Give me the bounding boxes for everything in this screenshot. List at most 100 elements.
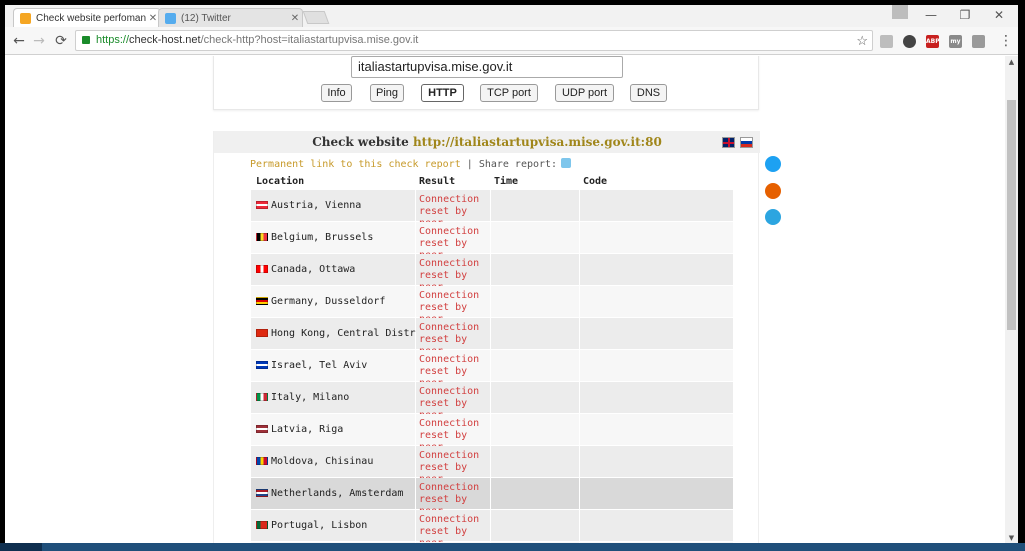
table-row: Moldova, Chisinau Connectionreset by pee… bbox=[251, 446, 733, 485]
code-cell bbox=[580, 446, 733, 477]
firefox-icon[interactable] bbox=[765, 183, 781, 199]
tcp-port-button[interactable]: TCP port bbox=[480, 84, 538, 102]
table-row: Germany, Dusseldorf Connectionreset by p… bbox=[251, 286, 733, 325]
user-profile-icon[interactable] bbox=[892, 5, 908, 19]
result-line-1: Connection bbox=[419, 450, 480, 461]
result-line-1: Connection bbox=[419, 514, 480, 525]
scroll-thumb[interactable] bbox=[1007, 100, 1016, 330]
new-tab-button[interactable] bbox=[302, 11, 330, 24]
location-text: Canada, Ottawa bbox=[271, 264, 356, 275]
header-time: Time bbox=[494, 176, 519, 187]
url-host: check-host.net bbox=[129, 34, 201, 46]
time-cell bbox=[491, 254, 579, 285]
country-flag-icon bbox=[256, 361, 268, 369]
result-cell: Connectionreset by peer bbox=[416, 382, 490, 421]
code-cell bbox=[580, 222, 733, 253]
result-line-1: Connection bbox=[419, 290, 480, 301]
time-cell bbox=[491, 286, 579, 317]
dns-button[interactable]: DNS bbox=[630, 84, 667, 102]
country-flag-icon bbox=[256, 265, 268, 273]
address-bar[interactable]: https://check-host.net/check-http?host=i… bbox=[75, 30, 873, 51]
location-cell: Latvia, Riga bbox=[251, 414, 415, 445]
table-row: Italy, Milano Connectionreset by peer bbox=[251, 382, 733, 421]
forward-button[interactable]: → bbox=[29, 31, 49, 51]
english-flag-icon[interactable] bbox=[722, 137, 735, 148]
country-flag-icon bbox=[256, 201, 268, 209]
scroll-down-icon[interactable]: ▼ bbox=[1005, 534, 1018, 542]
info-button[interactable]: Info bbox=[321, 84, 352, 102]
heading-url[interactable]: http://italiastartupvisa.mise.gov.it:80 bbox=[413, 135, 662, 149]
location-text: Italy, Milano bbox=[271, 392, 350, 403]
location-text: Hong Kong, Central District bbox=[271, 328, 434, 339]
time-cell bbox=[491, 350, 579, 381]
result-cell: Connectionreset by peer bbox=[416, 254, 490, 293]
http-button[interactable]: HTTP bbox=[421, 84, 464, 102]
location-cell: Canada, Ottawa bbox=[251, 254, 415, 285]
close-tab-icon[interactable]: ✕ bbox=[288, 13, 302, 24]
adblock-icon[interactable]: ABP bbox=[926, 35, 940, 48]
time-cell bbox=[491, 318, 579, 349]
start-button[interactable] bbox=[0, 543, 42, 551]
country-flag-icon bbox=[256, 489, 268, 497]
time-cell bbox=[491, 190, 579, 221]
code-cell bbox=[580, 318, 733, 349]
location-text: Belgium, Brussels bbox=[271, 232, 374, 243]
tab-check-host[interactable]: Check website perfomance ✕ bbox=[13, 8, 161, 27]
minimize-button[interactable]: — bbox=[914, 5, 948, 27]
restore-button[interactable]: ❐ bbox=[948, 5, 982, 27]
ext-my-icon[interactable]: my bbox=[949, 35, 962, 48]
ext-cloud-icon[interactable] bbox=[880, 35, 893, 48]
location-text: Israel, Tel Aviv bbox=[271, 360, 368, 371]
browser-window: Check website perfomance ✕ (12) Twitter … bbox=[5, 5, 1018, 546]
close-window-button[interactable]: ✕ bbox=[982, 5, 1016, 27]
result-cell: Connectionreset by peer bbox=[416, 446, 490, 485]
tab-title: (12) Twitter bbox=[181, 12, 231, 24]
scroll-up-icon[interactable]: ▲ bbox=[1005, 58, 1018, 66]
time-cell bbox=[491, 446, 579, 477]
location-cell: Austria, Vienna bbox=[251, 190, 415, 221]
time-cell bbox=[491, 382, 579, 413]
header-result: Result bbox=[419, 176, 456, 187]
twitter-share-small-icon[interactable] bbox=[561, 158, 572, 168]
permalink-link[interactable]: Permanent link to this check report bbox=[250, 159, 461, 170]
location-cell: Hong Kong, Central District bbox=[251, 318, 434, 349]
back-button[interactable]: ← bbox=[9, 31, 29, 51]
location-cell: Germany, Dusseldorf bbox=[251, 286, 415, 317]
location-text: Austria, Vienna bbox=[271, 200, 362, 211]
udp-port-button[interactable]: UDP port bbox=[555, 84, 614, 102]
ping-button[interactable]: Ping bbox=[370, 84, 404, 102]
page-scrollbar[interactable]: ▲ ▼ bbox=[1005, 56, 1018, 546]
reload-button[interactable]: ⟳ bbox=[51, 31, 71, 51]
check-form: italiastartupvisa.mise.gov.it Info Ping … bbox=[213, 56, 759, 110]
result-line-1: Connection bbox=[419, 322, 480, 333]
twitter-share-icon[interactable] bbox=[765, 156, 781, 172]
host-input[interactable]: italiastartupvisa.mise.gov.it bbox=[351, 56, 623, 78]
result-cell: Connectionreset by peer bbox=[416, 286, 490, 325]
time-cell bbox=[491, 222, 579, 253]
location-text: Moldova, Chisinau bbox=[271, 456, 374, 467]
code-cell bbox=[580, 510, 733, 541]
result-cell: Connectionreset by peer bbox=[416, 414, 490, 453]
bookmark-star-icon[interactable]: ☆ bbox=[856, 31, 868, 50]
result-line-1: Connection bbox=[419, 386, 480, 397]
russian-flag-icon[interactable] bbox=[740, 137, 753, 148]
tab-twitter[interactable]: (12) Twitter ✕ bbox=[158, 8, 303, 27]
telegram-share-icon[interactable] bbox=[765, 209, 781, 225]
location-cell: Moldova, Chisinau bbox=[251, 446, 415, 477]
menu-icon[interactable]: ⋮ bbox=[996, 31, 1016, 51]
table-row: Portugal, Lisbon Connectionreset by peer bbox=[251, 510, 733, 546]
permalink-row: Permanent link to this check report | Sh… bbox=[250, 158, 572, 170]
share-label: Share report: bbox=[478, 159, 558, 170]
url-scheme: https:// bbox=[96, 34, 130, 46]
code-cell bbox=[580, 286, 733, 317]
tab-strip: Check website perfomance ✕ (12) Twitter … bbox=[5, 5, 1018, 27]
country-flag-icon bbox=[256, 425, 268, 433]
pocket-icon[interactable] bbox=[903, 35, 916, 48]
location-cell: Belgium, Brussels bbox=[251, 222, 415, 253]
check-host-favicon-icon bbox=[20, 12, 31, 24]
location-cell: Israel, Tel Aviv bbox=[251, 350, 415, 381]
table-row: Latvia, Riga Connectionreset by peer bbox=[251, 414, 733, 453]
heading-prefix: Check website bbox=[312, 135, 409, 149]
code-cell bbox=[580, 350, 733, 381]
ext-grey-icon[interactable] bbox=[972, 35, 985, 48]
